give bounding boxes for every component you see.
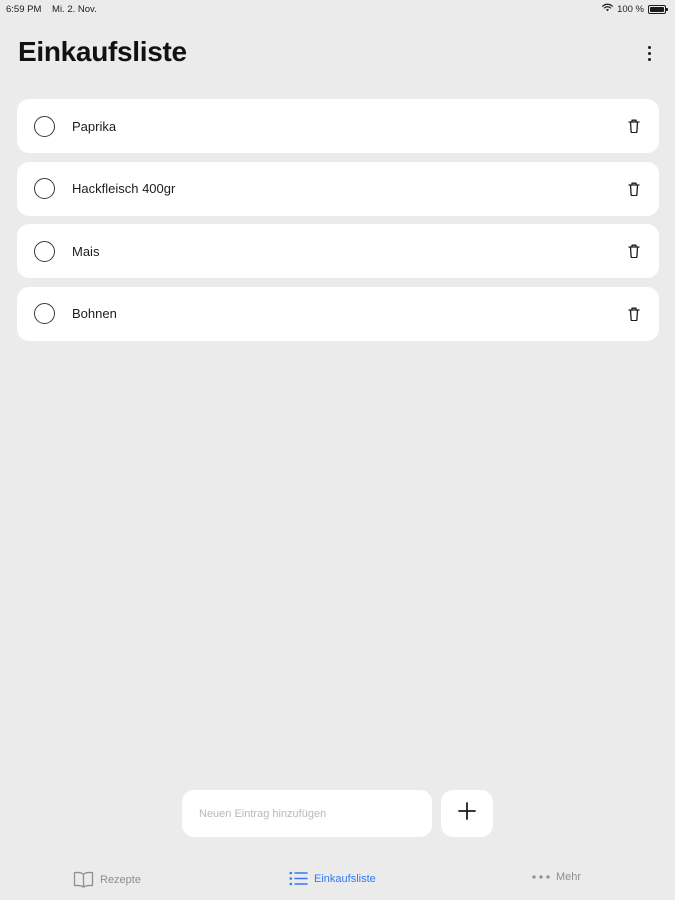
menu-dot <box>647 51 651 55</box>
item-checkbox[interactable] <box>34 178 55 199</box>
tab-label: Mehr <box>556 871 582 883</box>
list-item: Mais <box>17 224 659 278</box>
book-icon <box>73 871 94 888</box>
status-right: 100 % <box>602 3 668 15</box>
ellipsis-vertical-icon[interactable] <box>639 42 659 64</box>
list-icon <box>289 871 308 886</box>
shopping-list: Paprika Hackfleisch 400gr Mais Bohnen <box>17 99 659 349</box>
battery-percent: 100 % <box>617 3 644 15</box>
status-bar: 6:59 PM Mi. 2. Nov. 100 % <box>0 0 675 18</box>
new-entry-input[interactable] <box>182 790 432 837</box>
tab-label: Einkaufsliste <box>314 872 376 885</box>
menu-dot <box>647 45 651 49</box>
page-title: Einkaufsliste <box>18 36 187 67</box>
list-item: Bohnen <box>17 286 659 341</box>
status-date: Mi. 2. Nov. <box>52 3 97 15</box>
status-time: 6:59 PM <box>6 3 42 15</box>
status-left: 6:59 PM Mi. 2. Nov. <box>6 4 97 15</box>
tab-bar: Rezepte Einkaufsliste Mehr <box>0 862 675 900</box>
list-item: Hackfleisch 400gr <box>17 161 659 216</box>
ellipsis-horizontal-icon <box>532 874 550 880</box>
item-checkbox[interactable] <box>34 303 55 324</box>
screen: 6:59 PM Mi. 2. Nov. 100 % Einkaufsliste <box>0 0 675 900</box>
menu-dot <box>647 57 651 61</box>
plus-icon <box>458 802 476 825</box>
add-entry-button[interactable] <box>441 790 493 837</box>
battery-icon <box>648 4 668 14</box>
wifi-icon <box>602 3 614 15</box>
tab-label: Rezepte <box>100 873 141 886</box>
item-label: Mais <box>72 243 100 259</box>
tab-mehr[interactable]: Mehr <box>532 871 581 883</box>
item-checkbox[interactable] <box>34 240 55 262</box>
tab-einkaufsliste[interactable]: Einkaufsliste <box>289 871 376 886</box>
item-label: Paprika <box>72 118 117 134</box>
tab-rezepte[interactable]: Rezepte <box>73 871 141 888</box>
trash-icon[interactable] <box>623 115 645 137</box>
item-checkbox[interactable] <box>34 115 55 137</box>
item-label: Hackfleisch 400gr <box>72 181 176 196</box>
trash-icon[interactable] <box>623 240 645 262</box>
trash-icon[interactable] <box>623 178 645 200</box>
item-label: Bohnen <box>72 306 117 321</box>
trash-icon[interactable] <box>623 303 645 325</box>
list-item: Paprika <box>17 99 659 153</box>
battery-fill <box>650 6 664 12</box>
